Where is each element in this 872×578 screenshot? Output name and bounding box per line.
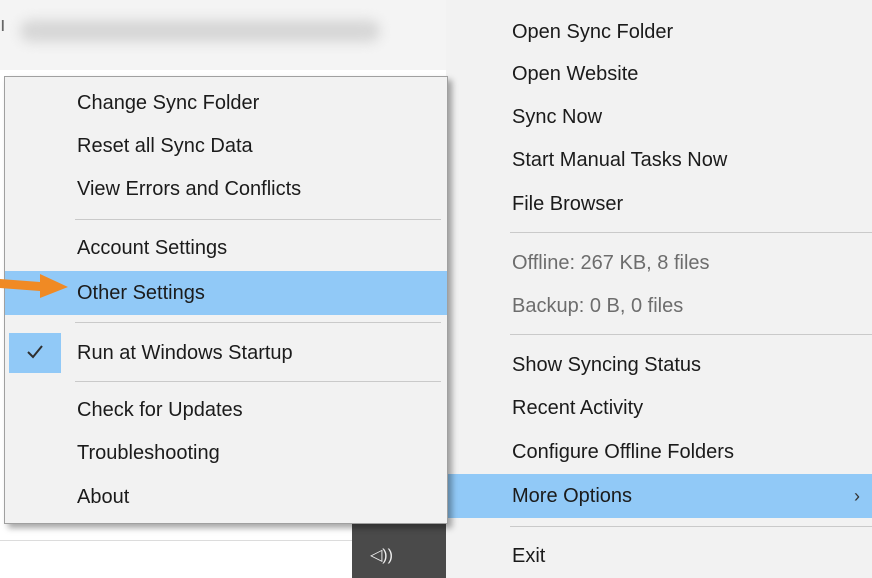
menu-item-file-browser[interactable]: File Browser bbox=[446, 182, 872, 226]
menu-item-label: Open Sync Folder bbox=[512, 21, 674, 43]
menu-item-label: Configure Offline Folders bbox=[512, 441, 734, 463]
menu-item-label: Start Manual Tasks Now bbox=[512, 149, 728, 171]
chevron-right-icon: › bbox=[854, 486, 860, 506]
menu-item-label: Account Settings bbox=[77, 237, 228, 259]
menu-item-reset-sync-data[interactable]: Reset all Sync Data bbox=[5, 124, 447, 168]
menu-item-label: View Errors and Conflicts bbox=[77, 178, 302, 200]
menu-item-account-settings[interactable]: Account Settings bbox=[5, 226, 447, 270]
speaker-icon[interactable]: ◁)) bbox=[370, 545, 393, 565]
menu-item-label: Show Syncing Status bbox=[512, 354, 701, 376]
menu-item-label: Change Sync Folder bbox=[77, 92, 260, 114]
menu-item-label: Backup: 0 B, 0 files bbox=[512, 295, 684, 317]
menu-item-configure-offline-folders[interactable]: Configure Offline Folders bbox=[446, 430, 872, 474]
menu-item-label: Recent Activity bbox=[512, 397, 644, 419]
menu-separator bbox=[75, 219, 441, 220]
menu-item-offline-info: Offline: 267 KB, 8 files bbox=[446, 241, 872, 285]
menu-item-label: Exit bbox=[512, 545, 546, 567]
menu-item-label: Reset all Sync Data bbox=[77, 135, 253, 157]
menu-item-view-errors[interactable]: View Errors and Conflicts bbox=[5, 167, 447, 211]
menu-item-label: About bbox=[77, 486, 130, 508]
menu-item-check-updates[interactable]: Check for Updates bbox=[5, 388, 447, 432]
menu-item-label: More Options bbox=[512, 485, 633, 507]
menu-item-sync-now[interactable]: Sync Now bbox=[446, 95, 872, 139]
menu-separator bbox=[75, 381, 441, 382]
menu-item-label: Other Settings bbox=[77, 282, 205, 304]
background-text-fragment: ı bbox=[0, 14, 6, 36]
menu-separator bbox=[510, 232, 872, 233]
menu-item-backup-info: Backup: 0 B, 0 files bbox=[446, 284, 872, 328]
menu-item-label: Troubleshooting bbox=[77, 442, 220, 464]
menu-item-label: File Browser bbox=[512, 193, 624, 215]
menu-item-recent-activity[interactable]: Recent Activity bbox=[446, 386, 872, 430]
check-icon bbox=[9, 333, 61, 373]
menu-item-start-manual-tasks[interactable]: Start Manual Tasks Now bbox=[446, 138, 872, 182]
menu-item-label: Sync Now bbox=[512, 106, 603, 128]
menu-item-troubleshooting[interactable]: Troubleshooting bbox=[5, 431, 447, 475]
menu-item-about[interactable]: About bbox=[5, 475, 447, 519]
menu-item-more-options[interactable]: More Options › bbox=[446, 474, 872, 518]
menu-separator bbox=[75, 322, 441, 323]
menu-item-exit[interactable]: Exit bbox=[446, 534, 872, 578]
menu-separator bbox=[510, 334, 872, 335]
menu-item-label: Check for Updates bbox=[77, 399, 243, 421]
tray-context-menu: Open Sync Folder Open Website Sync Now S… bbox=[446, 0, 872, 578]
menu-item-run-at-startup[interactable]: Run at Windows Startup bbox=[5, 331, 447, 375]
menu-item-change-sync-folder[interactable]: Change Sync Folder bbox=[5, 81, 447, 125]
menu-item-label: Run at Windows Startup bbox=[77, 342, 293, 364]
menu-item-label: Open Website bbox=[512, 63, 639, 85]
blurred-text bbox=[20, 20, 380, 42]
menu-item-open-website[interactable]: Open Website bbox=[446, 52, 872, 96]
taskbar bbox=[352, 524, 452, 578]
menu-separator bbox=[510, 526, 872, 527]
menu-item-show-syncing-status[interactable]: Show Syncing Status bbox=[446, 343, 872, 387]
orange-arrow-icon bbox=[0, 274, 68, 298]
menu-item-open-sync-folder[interactable]: Open Sync Folder bbox=[446, 10, 872, 54]
menu-item-label: Offline: 267 KB, 8 files bbox=[512, 252, 710, 274]
